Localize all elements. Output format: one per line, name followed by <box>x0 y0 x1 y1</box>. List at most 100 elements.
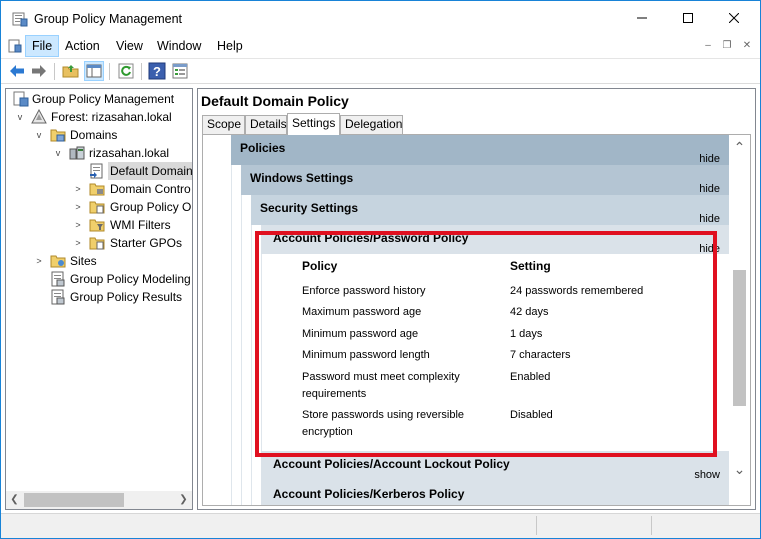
window-title: Group Policy Management <box>34 12 182 26</box>
system-menu-icon[interactable] <box>8 39 22 53</box>
policy-setting: 1 days <box>510 328 543 340</box>
hide-toggle[interactable]: hide <box>699 153 720 165</box>
settings-report: Policies hide Windows Settings hide Secu… <box>202 134 751 506</box>
scroll-down-icon[interactable]: ⌄ <box>729 461 750 481</box>
tree-label: Group Policy Management <box>32 92 175 106</box>
maximize-icon <box>683 13 693 23</box>
mdi-minimize-button[interactable]: – <box>702 40 714 52</box>
back-arrow-icon[interactable] <box>8 62 26 80</box>
scroll-thumb[interactable] <box>733 270 746 406</box>
tree-label: WMI Filters <box>110 218 171 232</box>
ou-folder-icon <box>89 183 105 196</box>
folder-icon <box>89 201 105 214</box>
menu-help[interactable]: Help <box>211 35 249 57</box>
maximize-button[interactable] <box>665 1 711 35</box>
tree-label: Group Policy Modeling <box>70 272 191 286</box>
expand-icon[interactable]: > <box>73 216 83 234</box>
tree-horizontal-scrollbar[interactable]: ❮ ❯ <box>6 491 192 509</box>
results-icon <box>51 289 65 305</box>
gpm-window: Group Policy Management File Action View… <box>0 0 761 539</box>
menu-file[interactable]: File <box>25 35 60 57</box>
policy-name: Enforce password history <box>302 285 426 297</box>
policy-setting: 24 passwords remembered <box>510 285 644 297</box>
help-icon[interactable]: ? <box>148 62 166 80</box>
tree-label: Group Policy Ob <box>110 200 193 214</box>
details-pane: Default Domain Policy Scope Details Sett… <box>197 88 756 510</box>
section-title: Windows Settings <box>250 171 354 185</box>
policy-name: Store passwords using reversible encrypt… <box>302 409 465 438</box>
menu-action[interactable]: Action <box>59 35 106 57</box>
scroll-thumb[interactable] <box>24 493 124 507</box>
forest-icon <box>31 109 47 124</box>
expand-icon[interactable]: > <box>73 234 83 252</box>
tree-label: Group Policy Results <box>70 290 183 304</box>
menu-bar: File Action View Window Help – ❐ ✕ <box>1 35 760 57</box>
menu-view[interactable]: View <box>110 35 149 57</box>
report-vertical-scrollbar[interactable]: ⌃ ⌄ <box>729 135 750 505</box>
status-bar <box>1 513 760 538</box>
section-security-settings: Security Settings hide <box>251 195 729 225</box>
section-title: Account Policies/Password Policy <box>273 231 469 245</box>
tree-label: Default Domain <box>108 162 193 180</box>
column-header-setting: Setting <box>510 259 551 273</box>
svg-text:?: ? <box>153 64 161 79</box>
tree-label: rizasahan.lokal <box>89 146 170 160</box>
scroll-right-icon[interactable]: ❯ <box>175 491 192 509</box>
collapse-icon[interactable]: v <box>15 108 25 126</box>
up-folder-icon[interactable] <box>62 62 80 80</box>
menu-window[interactable]: Window <box>151 35 207 57</box>
tab-details[interactable]: Details <box>245 115 287 134</box>
report-body: Policies hide Windows Settings hide Secu… <box>203 135 729 505</box>
refresh-icon[interactable] <box>117 62 135 80</box>
close-icon <box>729 13 739 23</box>
policy-setting: Disabled <box>510 409 553 421</box>
tree-label: Domain Contro <box>110 182 191 196</box>
forward-arrow-icon[interactable] <box>30 62 48 80</box>
close-button[interactable] <box>711 1 757 35</box>
policy-setting: 7 characters <box>510 349 571 361</box>
tab-settings[interactable]: Settings <box>287 113 340 135</box>
tree-label: Domains <box>70 128 118 142</box>
policy-setting: Enabled <box>510 371 551 383</box>
collapse-icon[interactable]: v <box>53 144 63 162</box>
expand-icon[interactable]: > <box>73 198 83 216</box>
section-password-policy: Account Policies/Password Policy hide <box>261 225 729 255</box>
properties-icon[interactable] <box>171 62 189 80</box>
modeling-icon <box>51 271 65 287</box>
policy-name: Minimum password age <box>302 328 419 340</box>
policy-name: Minimum password length <box>302 349 430 361</box>
collapse-icon[interactable]: v <box>34 126 44 144</box>
policy-setting: 42 days <box>510 306 549 318</box>
policy-name: Maximum password age <box>302 306 422 318</box>
toolbar: ? <box>1 58 760 84</box>
show-tree-icon[interactable] <box>84 61 104 81</box>
console-tree: Group Policy Management v Forest: rizasa… <box>5 88 193 510</box>
gpm-app-icon <box>12 12 28 27</box>
hide-toggle[interactable]: hide <box>699 183 720 195</box>
scroll-up-icon[interactable]: ⌃ <box>729 139 750 159</box>
section-title: Security Settings <box>260 201 359 215</box>
page-title: Default Domain Policy <box>201 93 349 109</box>
section-kerberos-policy: Account Policies/Kerberos Policy <box>261 481 729 505</box>
tab-delegation[interactable]: Delegation <box>340 115 403 134</box>
minimize-button[interactable] <box>619 1 665 35</box>
sites-icon <box>50 255 66 268</box>
column-header-policy: Policy <box>302 259 338 273</box>
folder-icon <box>89 219 105 232</box>
expand-icon[interactable]: > <box>34 252 44 270</box>
section-title: Account Policies/Account Lockout Policy <box>273 457 510 471</box>
folder-icon <box>89 237 105 250</box>
hide-toggle[interactable]: hide <box>699 243 720 255</box>
tab-scope[interactable]: Scope <box>202 115 245 134</box>
section-account-lockout-policy: Account Policies/Account Lockout Policy … <box>261 451 729 481</box>
policy-name: Password must meet complexity requiremen… <box>302 371 460 400</box>
mdi-restore-button[interactable]: ❐ <box>721 40 733 52</box>
folder-icon <box>50 129 66 142</box>
tree-label: Forest: rizasahan.lokal <box>51 110 172 124</box>
hide-toggle[interactable]: hide <box>699 213 720 225</box>
show-toggle[interactable]: show <box>694 469 720 481</box>
expand-icon[interactable]: > <box>73 180 83 198</box>
scroll-left-icon[interactable]: ❮ <box>6 491 23 509</box>
gpm-console-icon <box>13 91 29 107</box>
mdi-close-button[interactable]: ✕ <box>741 40 753 52</box>
